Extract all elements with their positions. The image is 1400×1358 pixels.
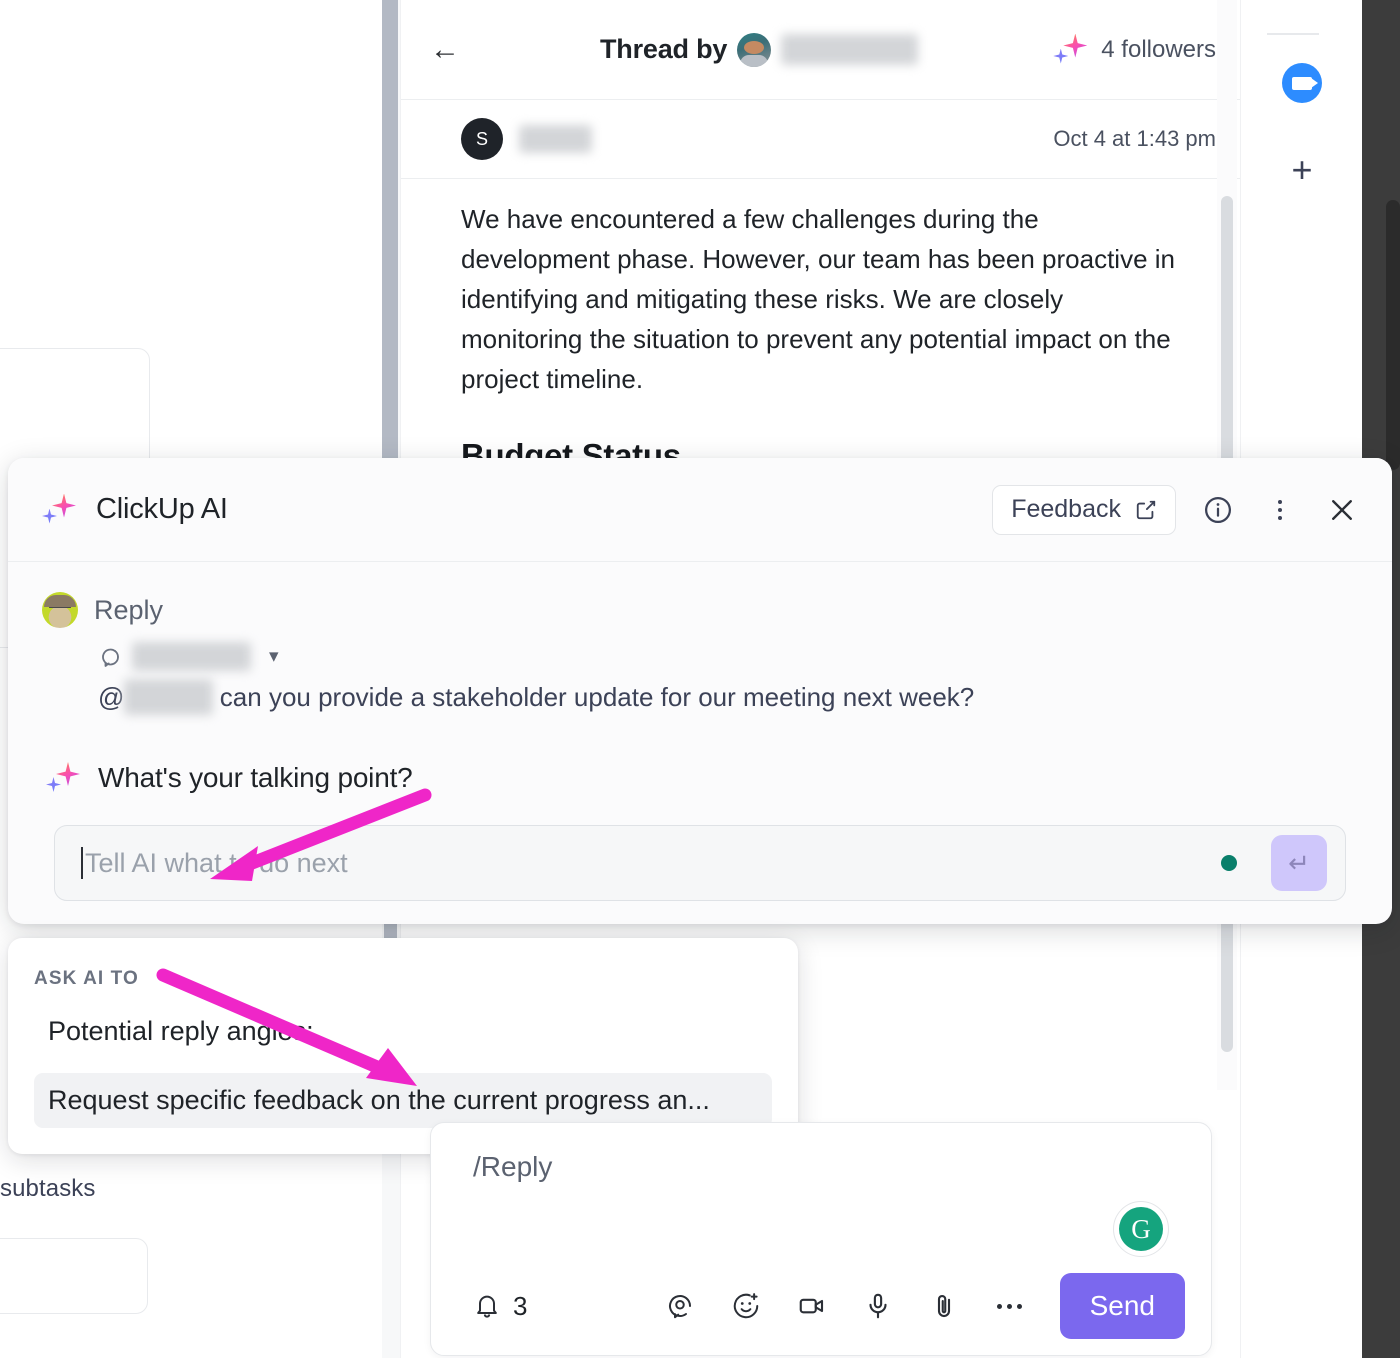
subtasks-label: subtasks — [0, 1175, 96, 1202]
more-options-icon[interactable] — [994, 1290, 1026, 1322]
ai-modal-body: Reply Ross Terry ▾ @Andrew can you provi… — [8, 562, 1392, 901]
info-circle-icon[interactable] — [1198, 490, 1238, 530]
message-header-row: S Sidney Oct 4 at 1:43 pm — [401, 100, 1240, 179]
message-author-avatar[interactable]: S — [461, 118, 503, 160]
chevron-down-icon[interactable]: ▾ — [269, 645, 279, 668]
ai-quote-row[interactable]: Ross Terry ▾ — [98, 642, 1358, 671]
composer-icon-group — [664, 1290, 1026, 1322]
ai-modal-title: ClickUp AI — [96, 493, 228, 525]
sparkle-ai-icon — [42, 493, 76, 527]
emoji-icon[interactable] — [730, 1290, 762, 1322]
thread-title-group: Thread by Ross Terry — [465, 32, 1053, 67]
clickup-ai-modal: ClickUp AI Feedback Reply ▾ @ can you pr… — [8, 458, 1392, 924]
ai-quote-author: Ross Terry — [132, 642, 252, 671]
ai-reply-row: Reply — [42, 592, 1358, 628]
background-card-lower — [0, 1238, 148, 1314]
composer-toolbar: 3 Send — [431, 1273, 1211, 1339]
back-arrow-icon[interactable]: ← — [425, 30, 465, 70]
kebab-menu-icon[interactable] — [1260, 490, 1300, 530]
plus-icon[interactable]: + — [1282, 150, 1322, 190]
screen-root: subtasks ← Thread by Ross Terry 4 follow… — [0, 0, 1400, 1358]
thread-message: S Sidney Oct 4 at 1:43 pm We have encoun… — [401, 100, 1240, 476]
ai-quote-mention-name: Andrew — [124, 679, 213, 715]
ai-prompt-row: What's your talking point? — [46, 761, 1358, 795]
video-icon[interactable] — [796, 1290, 828, 1322]
text-caret — [81, 847, 83, 879]
zoom-video-icon[interactable] — [1282, 63, 1322, 103]
sparkle-ai-icon — [1053, 33, 1088, 67]
ask-ai-option-1[interactable]: Request specific feedback on the current… — [34, 1073, 772, 1128]
ai-quote-body: can you provide a stakeholder update for… — [219, 682, 975, 712]
feedback-button-label: Feedback — [1011, 495, 1121, 523]
send-button[interactable]: Send — [1059, 1273, 1185, 1339]
grammarly-glyph: G — [1119, 1207, 1163, 1251]
outer-scrollbar-thumb[interactable] — [382, 0, 398, 462]
status-dot — [1221, 855, 1237, 871]
current-user-avatar[interactable] — [42, 592, 78, 628]
attachment-icon[interactable] — [928, 1290, 960, 1322]
sparkle-ai-icon — [46, 761, 80, 795]
composer-placeholder: /Reply — [473, 1151, 553, 1182]
bell-icon — [477, 1295, 497, 1318]
close-icon[interactable] — [1322, 490, 1362, 530]
enter-return-icon[interactable]: ↵ — [1271, 835, 1327, 891]
notify-count: 3 — [513, 1290, 528, 1321]
ai-prompt-input[interactable]: Tell AI what to do next ↵ — [54, 825, 1346, 901]
thread-header: ← Thread by Ross Terry 4 followers — [401, 0, 1240, 100]
message-author-name: Sidney — [519, 125, 593, 153]
ai-reply-label: Reply — [94, 594, 164, 625]
rail-divider — [1267, 33, 1319, 35]
followers-count: 4 followers — [1101, 35, 1216, 63]
ai-prompt-question: What's your talking point? — [98, 762, 413, 793]
mention-icon[interactable] — [664, 1290, 696, 1322]
comment-bubble-icon — [102, 648, 119, 667]
external-link-icon — [1136, 500, 1156, 519]
window-scrollbar-thumb[interactable] — [1386, 200, 1400, 470]
ai-modal-header: ClickUp AI Feedback — [8, 458, 1392, 562]
thread-author-name: Ross Terry — [781, 34, 919, 65]
ask-ai-section-label: ASK AI TO — [34, 968, 139, 989]
grammarly-icon[interactable]: G — [1113, 1201, 1169, 1257]
ai-modal-header-actions: Feedback — [992, 484, 1362, 535]
thread-author-avatar[interactable] — [737, 32, 772, 67]
followers-group[interactable]: 4 followers — [1053, 33, 1216, 67]
ai-prompt-placeholder: Tell AI what to do next — [85, 847, 348, 878]
message-paragraph: We have encountered a few challenges dur… — [461, 204, 1175, 394]
feedback-button[interactable]: Feedback — [992, 484, 1176, 535]
notify-followers-button[interactable]: 3 — [473, 1291, 527, 1322]
ai-quote-text: @Andrew can you provide a stakeholder up… — [98, 679, 1358, 715]
message-timestamp: Oct 4 at 1:43 pm — [1053, 126, 1216, 151]
ask-ai-option-0[interactable]: Potential reply angles: — [34, 1004, 772, 1059]
thread-title: Thread by — [599, 34, 728, 64]
ai-quote-mention-at: @ — [98, 682, 125, 712]
comment-composer[interactable]: /Reply G 3 Send — [430, 1122, 1212, 1356]
microphone-icon[interactable] — [862, 1290, 894, 1322]
